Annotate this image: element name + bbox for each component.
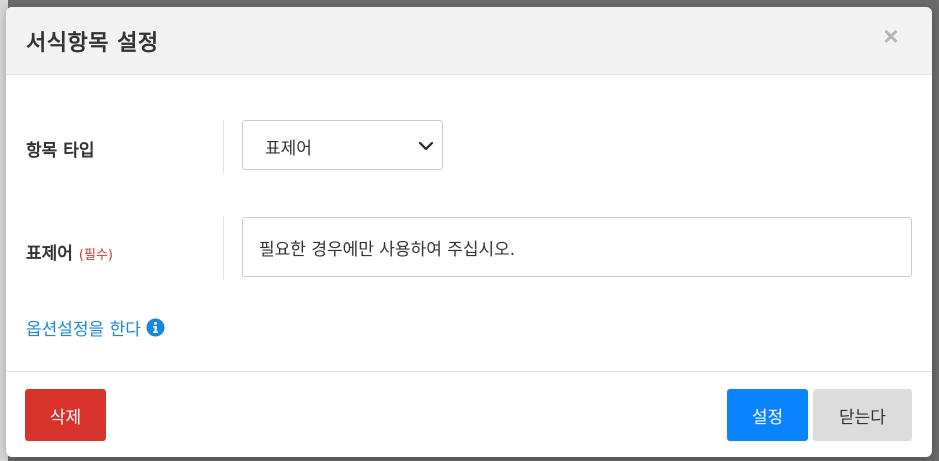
close-icon[interactable]: × <box>878 23 904 49</box>
dialog-footer: 삭제 설정 닫는다 <box>6 372 932 457</box>
label-divider <box>223 217 224 279</box>
option-settings-link[interactable]: 옵션설정을 한다 <box>26 315 165 340</box>
delete-button[interactable]: 삭제 <box>25 389 106 441</box>
dialog-title: 서식항목 설정 <box>26 31 159 56</box>
item-type-row: 항목 타입 표제어 <box>6 120 932 176</box>
chevron-down-icon <box>418 141 434 151</box>
item-type-select[interactable]: 표제어 <box>242 120 443 170</box>
title-field-label: 표제어 (필수) <box>26 239 113 264</box>
info-circle-icon <box>146 318 165 337</box>
apply-button[interactable]: 설정 <box>727 389 808 441</box>
label-divider <box>223 120 224 173</box>
title-row: 표제어 (필수) <box>6 217 932 279</box>
title-label-text: 표제어 <box>26 244 73 264</box>
option-link-label: 옵션설정을 한다 <box>26 320 141 340</box>
title-input[interactable] <box>242 217 912 277</box>
dialog-body: 항목 타입 표제어 표제어 (필수) 옵션설정을 한다 <box>6 75 932 372</box>
item-type-selected-value: 표제어 <box>265 139 312 159</box>
settings-dialog: 서식항목 설정 × 항목 타입 표제어 표제어 (필수) 옵션설정을 한다 <box>6 7 932 457</box>
required-tag: (필수) <box>78 248 113 263</box>
dialog-header: 서식항목 설정 × <box>6 7 932 75</box>
close-button[interactable]: 닫는다 <box>813 389 912 441</box>
item-type-label: 항목 타입 <box>26 141 95 161</box>
